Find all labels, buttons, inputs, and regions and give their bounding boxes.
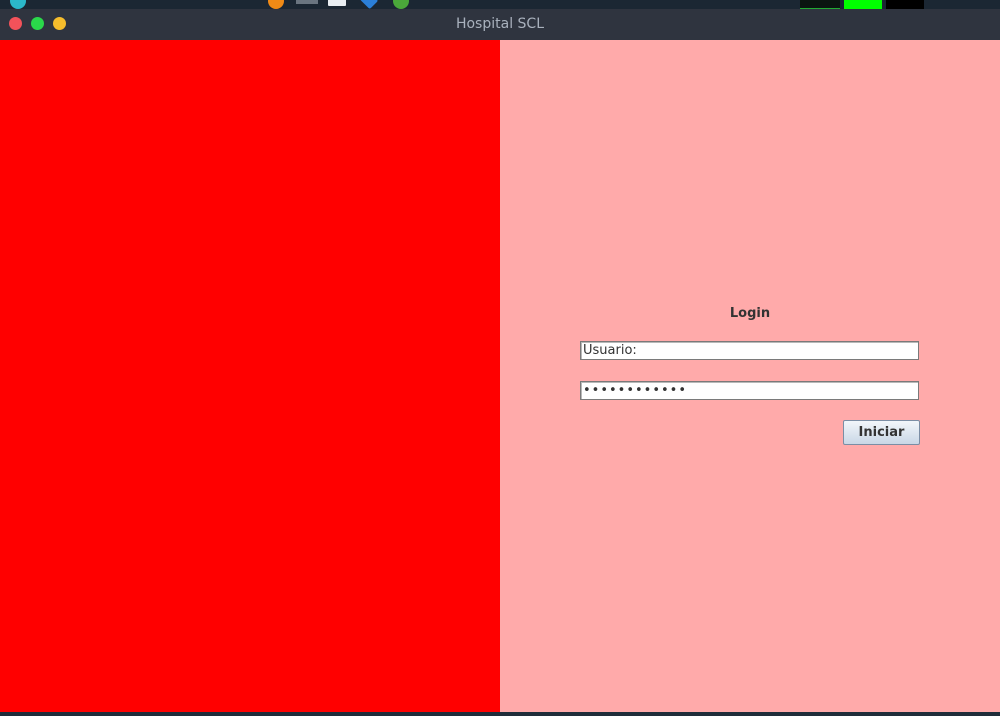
iniciar-button[interactable]: Iniciar xyxy=(843,420,920,445)
memory-indicator xyxy=(886,0,924,9)
cpu-indicator xyxy=(844,0,882,9)
login-panel: Login Iniciar xyxy=(500,40,1000,712)
main-content: Login Iniciar xyxy=(0,40,1000,712)
desktop-top-panel xyxy=(0,0,1000,9)
window-titlebar[interactable]: Hospital SCL xyxy=(0,9,1000,40)
app-launcher-icon[interactable] xyxy=(10,0,26,9)
password-field[interactable] xyxy=(580,381,919,400)
chrome-icon[interactable] xyxy=(393,0,409,9)
text-editor-icon[interactable] xyxy=(328,0,346,6)
firefox-icon[interactable] xyxy=(268,0,284,9)
window-bottom-edge xyxy=(0,712,1000,716)
files-icon[interactable] xyxy=(296,0,318,4)
system-monitor-graph xyxy=(800,0,840,9)
vscode-icon[interactable] xyxy=(359,0,379,9)
window-title: Hospital SCL xyxy=(455,16,545,32)
login-heading: Login xyxy=(729,306,771,321)
left-color-panel xyxy=(0,40,500,712)
username-field[interactable] xyxy=(580,341,919,360)
